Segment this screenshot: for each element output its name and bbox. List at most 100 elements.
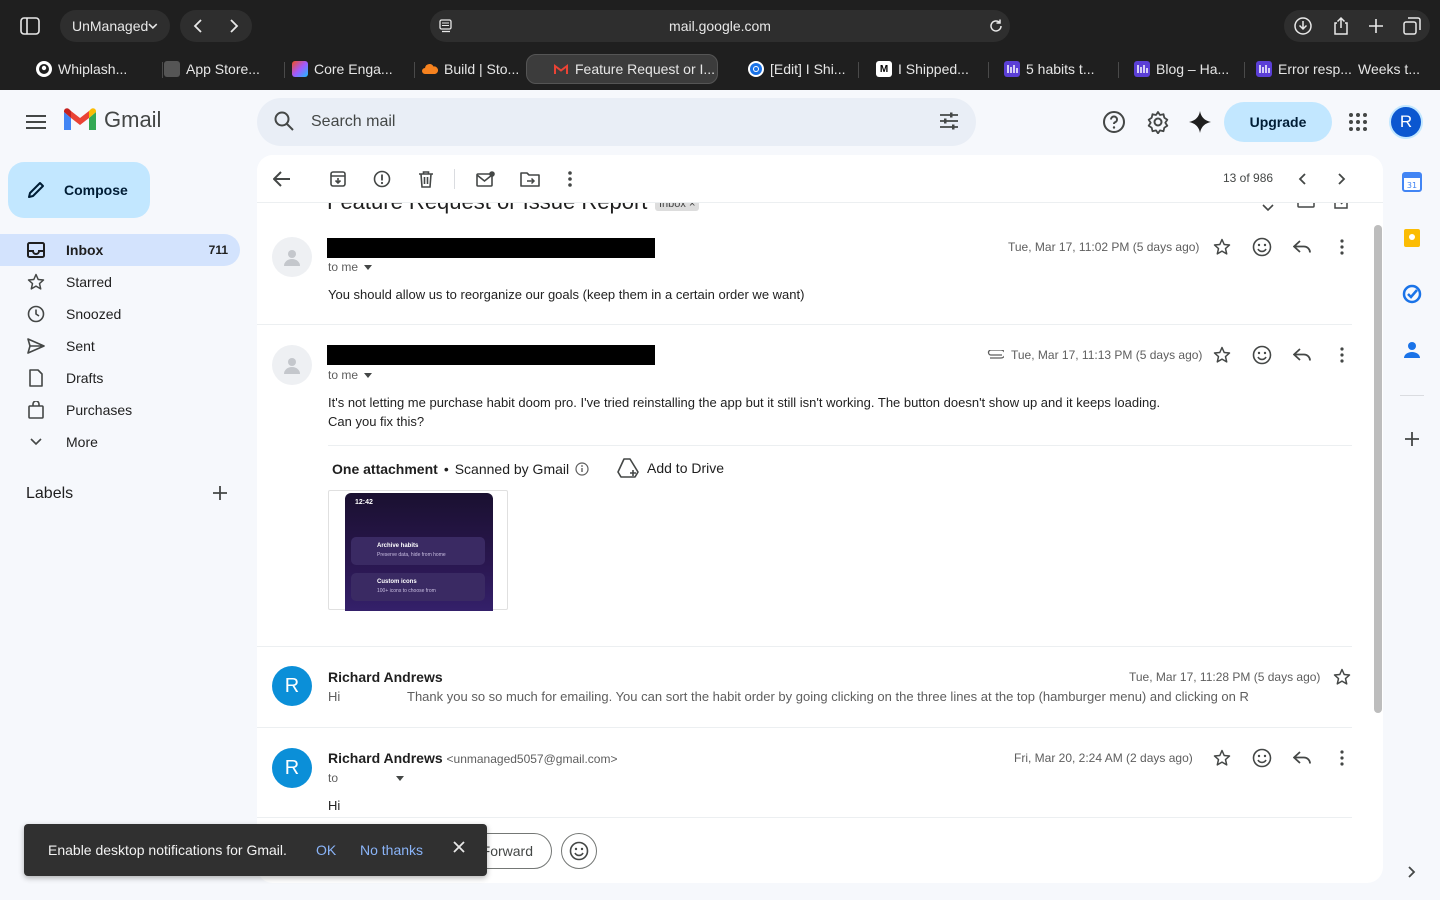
side-panel-divider <box>1400 395 1424 396</box>
reply-icon[interactable] <box>1290 343 1314 367</box>
sender-avatar[interactable]: R <box>272 666 312 706</box>
get-addons-plus-icon[interactable] <box>1400 427 1424 451</box>
tasks-app-icon[interactable] <box>1400 282 1424 306</box>
tab-divider <box>284 62 285 78</box>
message-body: It's not letting me purchase habit doom … <box>328 393 1160 431</box>
keep-app-icon[interactable] <box>1400 226 1424 250</box>
attachment-divider <box>328 445 1352 446</box>
star-icon[interactable] <box>1210 746 1234 770</box>
snippet-greeting: Hi <box>328 689 341 704</box>
reply-icon[interactable] <box>1290 235 1314 259</box>
emoji-react-button[interactable] <box>561 833 597 869</box>
back-arrow-icon[interactable] <box>270 167 294 191</box>
info-icon[interactable] <box>575 462 589 476</box>
nav-item-starred[interactable]: Starred <box>0 266 240 298</box>
more-vertical-icon[interactable] <box>1330 343 1354 367</box>
tab-gmail-active[interactable]: Feature Request or I... <box>526 54 718 84</box>
main-menu-icon[interactable] <box>22 110 50 134</box>
sender-avatar-placeholder[interactable] <box>272 345 312 385</box>
nav-item-snoozed[interactable]: Snoozed <box>0 298 240 330</box>
emoji-reaction-icon[interactable] <box>1250 343 1274 367</box>
nav-item-inbox[interactable]: Inbox 711 <box>0 234 240 266</box>
close-icon[interactable] <box>452 840 466 857</box>
sender-avatar-placeholder[interactable] <box>272 237 312 277</box>
tab-whiplash[interactable]: Whiplash... <box>30 54 158 84</box>
upgrade-button[interactable]: Upgrade <box>1224 102 1332 142</box>
more-vertical-icon[interactable] <box>558 167 582 191</box>
profile-switcher[interactable]: UnManaged <box>60 10 170 42</box>
mark-unread-icon[interactable] <box>474 167 498 191</box>
back-arrow-icon[interactable] <box>193 18 203 34</box>
scrollbar-thumb[interactable] <box>1374 225 1382 713</box>
tab-i-shipped[interactable]: M I Shipped... <box>870 54 974 84</box>
add-to-drive-button[interactable]: Add to Drive <box>617 458 724 478</box>
show-side-panel-chevron-icon[interactable] <box>1400 860 1424 884</box>
tab-app-store[interactable]: App Store... <box>158 54 278 84</box>
nav-item-sent[interactable]: Sent <box>0 330 240 362</box>
reload-icon[interactable] <box>988 18 1004 37</box>
sidebar-toggle-icon[interactable] <box>10 10 50 42</box>
forward-arrow-icon[interactable] <box>229 18 239 34</box>
more-vertical-icon[interactable] <box>1330 746 1354 770</box>
more-vertical-icon[interactable] <box>1330 235 1354 259</box>
tab-overview-icon[interactable] <box>1403 17 1421 35</box>
emoji-reaction-icon[interactable] <box>1250 746 1274 770</box>
apps-grid-icon[interactable] <box>1344 108 1372 136</box>
recipient-details-toggle[interactable]: to me <box>328 260 373 274</box>
phone-time: 12:42 <box>355 499 373 506</box>
tab-blog[interactable]: Blog – Ha... <box>1128 54 1240 84</box>
gemini-sparkle-icon[interactable] <box>1186 108 1214 136</box>
account-avatar[interactable]: R <box>1389 105 1423 139</box>
recipient-details-toggle[interactable]: to me <box>328 368 373 382</box>
tab-core-engagement[interactable]: Core Enga... <box>286 54 410 84</box>
report-spam-icon[interactable] <box>370 167 394 191</box>
attachment-thumbnail[interactable]: 12:42 Archive habits Preserve data, hide… <box>328 490 508 611</box>
search-icon[interactable] <box>273 110 295 135</box>
recipient-details-toggle[interactable]: to <box>328 771 405 785</box>
delete-trash-icon[interactable] <box>414 167 438 191</box>
move-to-folder-icon[interactable] <box>518 167 542 191</box>
compose-button[interactable]: Compose <box>8 162 150 218</box>
download-icon[interactable] <box>1293 16 1313 36</box>
search-input[interactable] <box>311 110 871 134</box>
address-bar[interactable]: mail.google.com <box>430 10 1010 42</box>
snackbar-no-thanks-button[interactable]: No thanks <box>360 842 423 858</box>
nav-item-drafts[interactable]: Drafts <box>0 362 240 394</box>
share-icon[interactable] <box>1332 16 1350 36</box>
history-nav <box>180 10 252 42</box>
nav-label: Purchases <box>66 402 133 418</box>
contacts-app-icon[interactable] <box>1400 338 1424 362</box>
tab-5-habits[interactable]: 5 habits t... <box>998 54 1110 84</box>
nav-item-purchases[interactable]: Purchases <box>0 394 240 426</box>
gmail-logo[interactable]: Gmail <box>64 107 161 133</box>
habit-icon <box>1004 61 1020 77</box>
new-tab-icon[interactable] <box>1368 18 1384 34</box>
sender-name: Richard Andrews <box>328 750 443 766</box>
newer-chevron-icon[interactable] <box>1290 167 1314 191</box>
older-chevron-icon[interactable] <box>1330 167 1354 191</box>
nav-item-more[interactable]: More <box>0 426 240 458</box>
tab-weeks[interactable]: Weeks t... <box>1352 54 1440 84</box>
inbox-count: 711 <box>208 243 228 257</box>
sender-line: Richard Andrews <unmanaged5057@gmail.com… <box>328 750 617 766</box>
message-divider <box>257 817 1352 818</box>
star-icon[interactable] <box>1210 343 1234 367</box>
tab-error-response[interactable]: Error resp... <box>1250 54 1354 84</box>
search-options-icon[interactable] <box>938 110 960 135</box>
archive-icon[interactable] <box>326 167 350 191</box>
preview-card: Archive habits Preserve data, hide from … <box>351 537 485 565</box>
reply-icon[interactable] <box>1290 746 1314 770</box>
star-icon[interactable] <box>1330 665 1354 689</box>
message-divider <box>257 727 1352 728</box>
help-icon[interactable] <box>1100 108 1128 136</box>
tab-build-store[interactable]: Build | Sto... <box>416 54 524 84</box>
calendar-app-icon[interactable]: 31 <box>1400 170 1424 194</box>
emoji-reaction-icon[interactable] <box>1250 235 1274 259</box>
message-snippet[interactable]: Thank you so so much for emailing. You c… <box>407 689 1249 704</box>
star-icon[interactable] <box>1210 235 1234 259</box>
add-label-icon[interactable] <box>212 485 228 504</box>
settings-gear-icon[interactable] <box>1144 108 1172 136</box>
tab-edit-shipped[interactable]: [Edit] I Shi... <box>742 54 854 84</box>
sender-avatar[interactable]: R <box>272 748 312 788</box>
snackbar-ok-button[interactable]: OK <box>316 842 336 858</box>
